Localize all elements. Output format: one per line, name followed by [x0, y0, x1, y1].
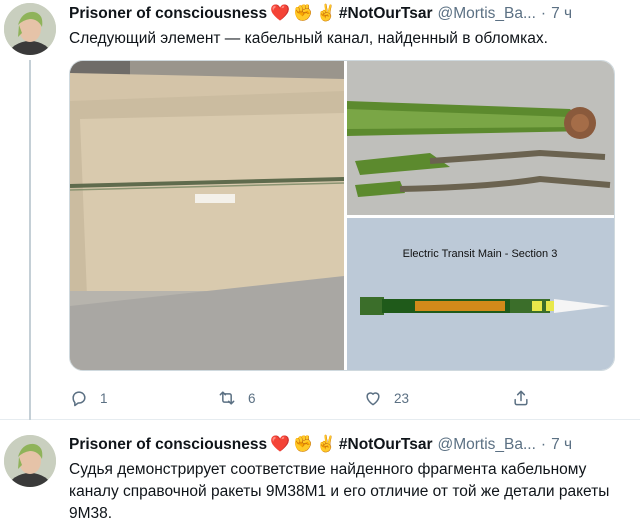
like-button[interactable]: 23 [363, 386, 409, 410]
diagram-title: Electric Transit Main - Section 3 [403, 248, 558, 260]
victory-emoji: ✌️ [315, 436, 336, 453]
reply-count: 1 [100, 390, 108, 406]
diagram-electric-transit-main[interactable]: Electric Transit Main - Section 3 [347, 218, 615, 371]
tweet-text: Судья демонстрирует соответствие найденн… [69, 461, 610, 522]
author-handle[interactable]: @Mortis_Ba... [437, 5, 535, 23]
tweet-header: Prisoner of consciousness ❤️ ✊ ✌️ #NotOu… [69, 434, 572, 456]
timestamp[interactable]: 7 ч [551, 436, 572, 454]
author-name[interactable]: Prisoner of consciousness [69, 436, 267, 454]
fist-emoji: ✊ [293, 436, 313, 453]
author-handle[interactable]: @Mortis_Ba... [437, 436, 535, 454]
author-name[interactable]: Prisoner of consciousness [69, 5, 267, 23]
photo-cable-on-paper[interactable] [70, 61, 345, 371]
retweet-icon [219, 391, 235, 405]
author-hashtag[interactable]: #NotOurTsar [339, 5, 433, 23]
tweet-actions: 1 6 23 [69, 386, 539, 410]
tweet-text: Следующий элемент — кабельный канал, най… [69, 30, 548, 47]
like-icon [366, 392, 380, 406]
photo-cable-fragment[interactable] [347, 61, 615, 215]
share-icon [514, 390, 528, 406]
tweet[interactable]: Prisoner of consciousness ❤️ ✊ ✌️ #NotOu… [0, 0, 640, 420]
heart-emoji: ❤️ [270, 436, 291, 453]
heart-emoji: ❤️ [270, 5, 291, 22]
like-count: 23 [394, 390, 410, 406]
victory-emoji: ✌️ [315, 5, 336, 22]
share-button[interactable] [511, 386, 531, 410]
tweet-media[interactable]: Electric Transit Main - Section 3 [69, 60, 615, 371]
reply-button[interactable]: 1 [69, 386, 108, 410]
fist-emoji: ✊ [293, 5, 313, 22]
separator-dot: · [540, 5, 547, 22]
retweet-button[interactable]: 6 [217, 386, 256, 410]
timestamp[interactable]: 7 ч [551, 5, 572, 23]
author-hashtag[interactable]: #NotOurTsar [339, 436, 433, 454]
tweet[interactable]: Prisoner of consciousness ❤️ ✊ ✌️ #NotOu… [0, 421, 640, 528]
reply-icon [72, 391, 86, 407]
thread-line [29, 60, 31, 420]
tweet-header: Prisoner of consciousness ❤️ ✊ ✌️ #NotOu… [69, 3, 572, 25]
avatar[interactable] [4, 3, 56, 55]
separator-dot: · [540, 436, 547, 453]
retweet-count: 6 [248, 390, 256, 406]
avatar[interactable] [4, 435, 56, 487]
